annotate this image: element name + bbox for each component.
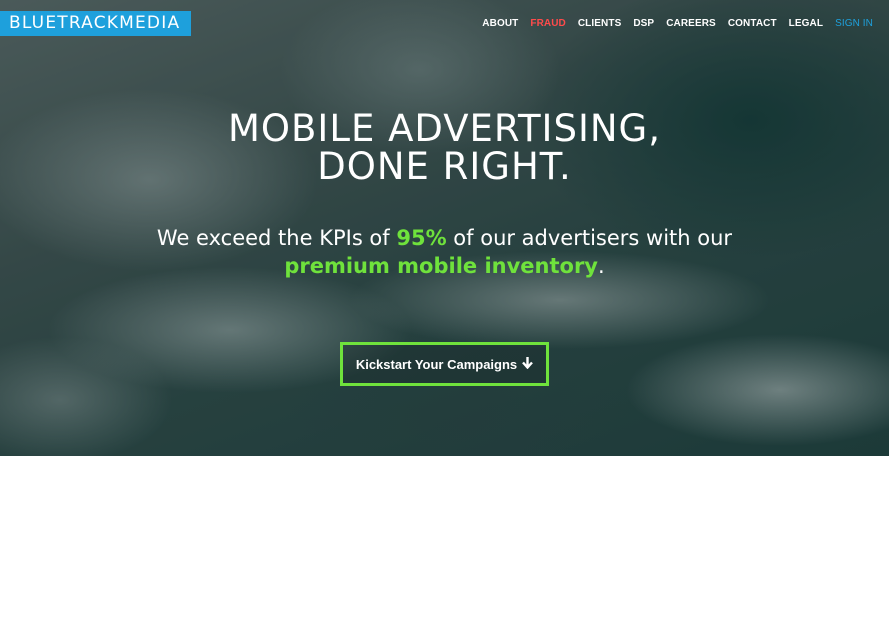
headline-line-1: MOBILE ADVERTISING, — [228, 107, 661, 150]
arrow-down-icon — [522, 356, 534, 372]
sub-text-3: . — [598, 254, 605, 278]
hero-subheadline: We exceed the KPIs of 95% of our adverti… — [0, 224, 889, 280]
nav-item-sign-in[interactable]: SIGN IN — [835, 18, 873, 29]
cta-label: Kickstart Your Campaigns — [355, 356, 518, 372]
headline-line-2: DONE RIGHT. — [317, 145, 572, 188]
kickstart-campaigns-button[interactable]: Kickstart Your Campaigns — [340, 342, 549, 386]
nav-item-contact[interactable]: CONTACT — [728, 18, 777, 29]
sub-highlight-inventory: premium mobile inventory — [284, 254, 598, 278]
nav-item-clients[interactable]: CLIENTS — [578, 18, 621, 29]
nav-item-legal[interactable]: LEGAL — [789, 18, 823, 29]
nav-item-careers[interactable]: CAREERS — [666, 18, 716, 29]
sub-highlight-percent: 95% — [396, 226, 447, 250]
nav-item-dsp[interactable]: DSP — [633, 18, 654, 29]
hero-headline: MOBILE ADVERTISING, DONE RIGHT. — [0, 110, 889, 186]
main-nav: ABOUT FRAUD CLIENTS DSP CAREERS CONTACT … — [482, 18, 873, 29]
logo[interactable]: BLUETRACKMEDIA — [0, 11, 191, 36]
nav-item-about[interactable]: ABOUT — [482, 18, 518, 29]
sub-text-1: We exceed the KPIs of — [156, 226, 397, 250]
nav-item-fraud[interactable]: FRAUD — [530, 18, 566, 29]
hero-section: BLUETRACKMEDIA ABOUT FRAUD CLIENTS DSP C… — [0, 0, 889, 456]
sub-text-2: of our advertisers with our — [446, 226, 733, 250]
